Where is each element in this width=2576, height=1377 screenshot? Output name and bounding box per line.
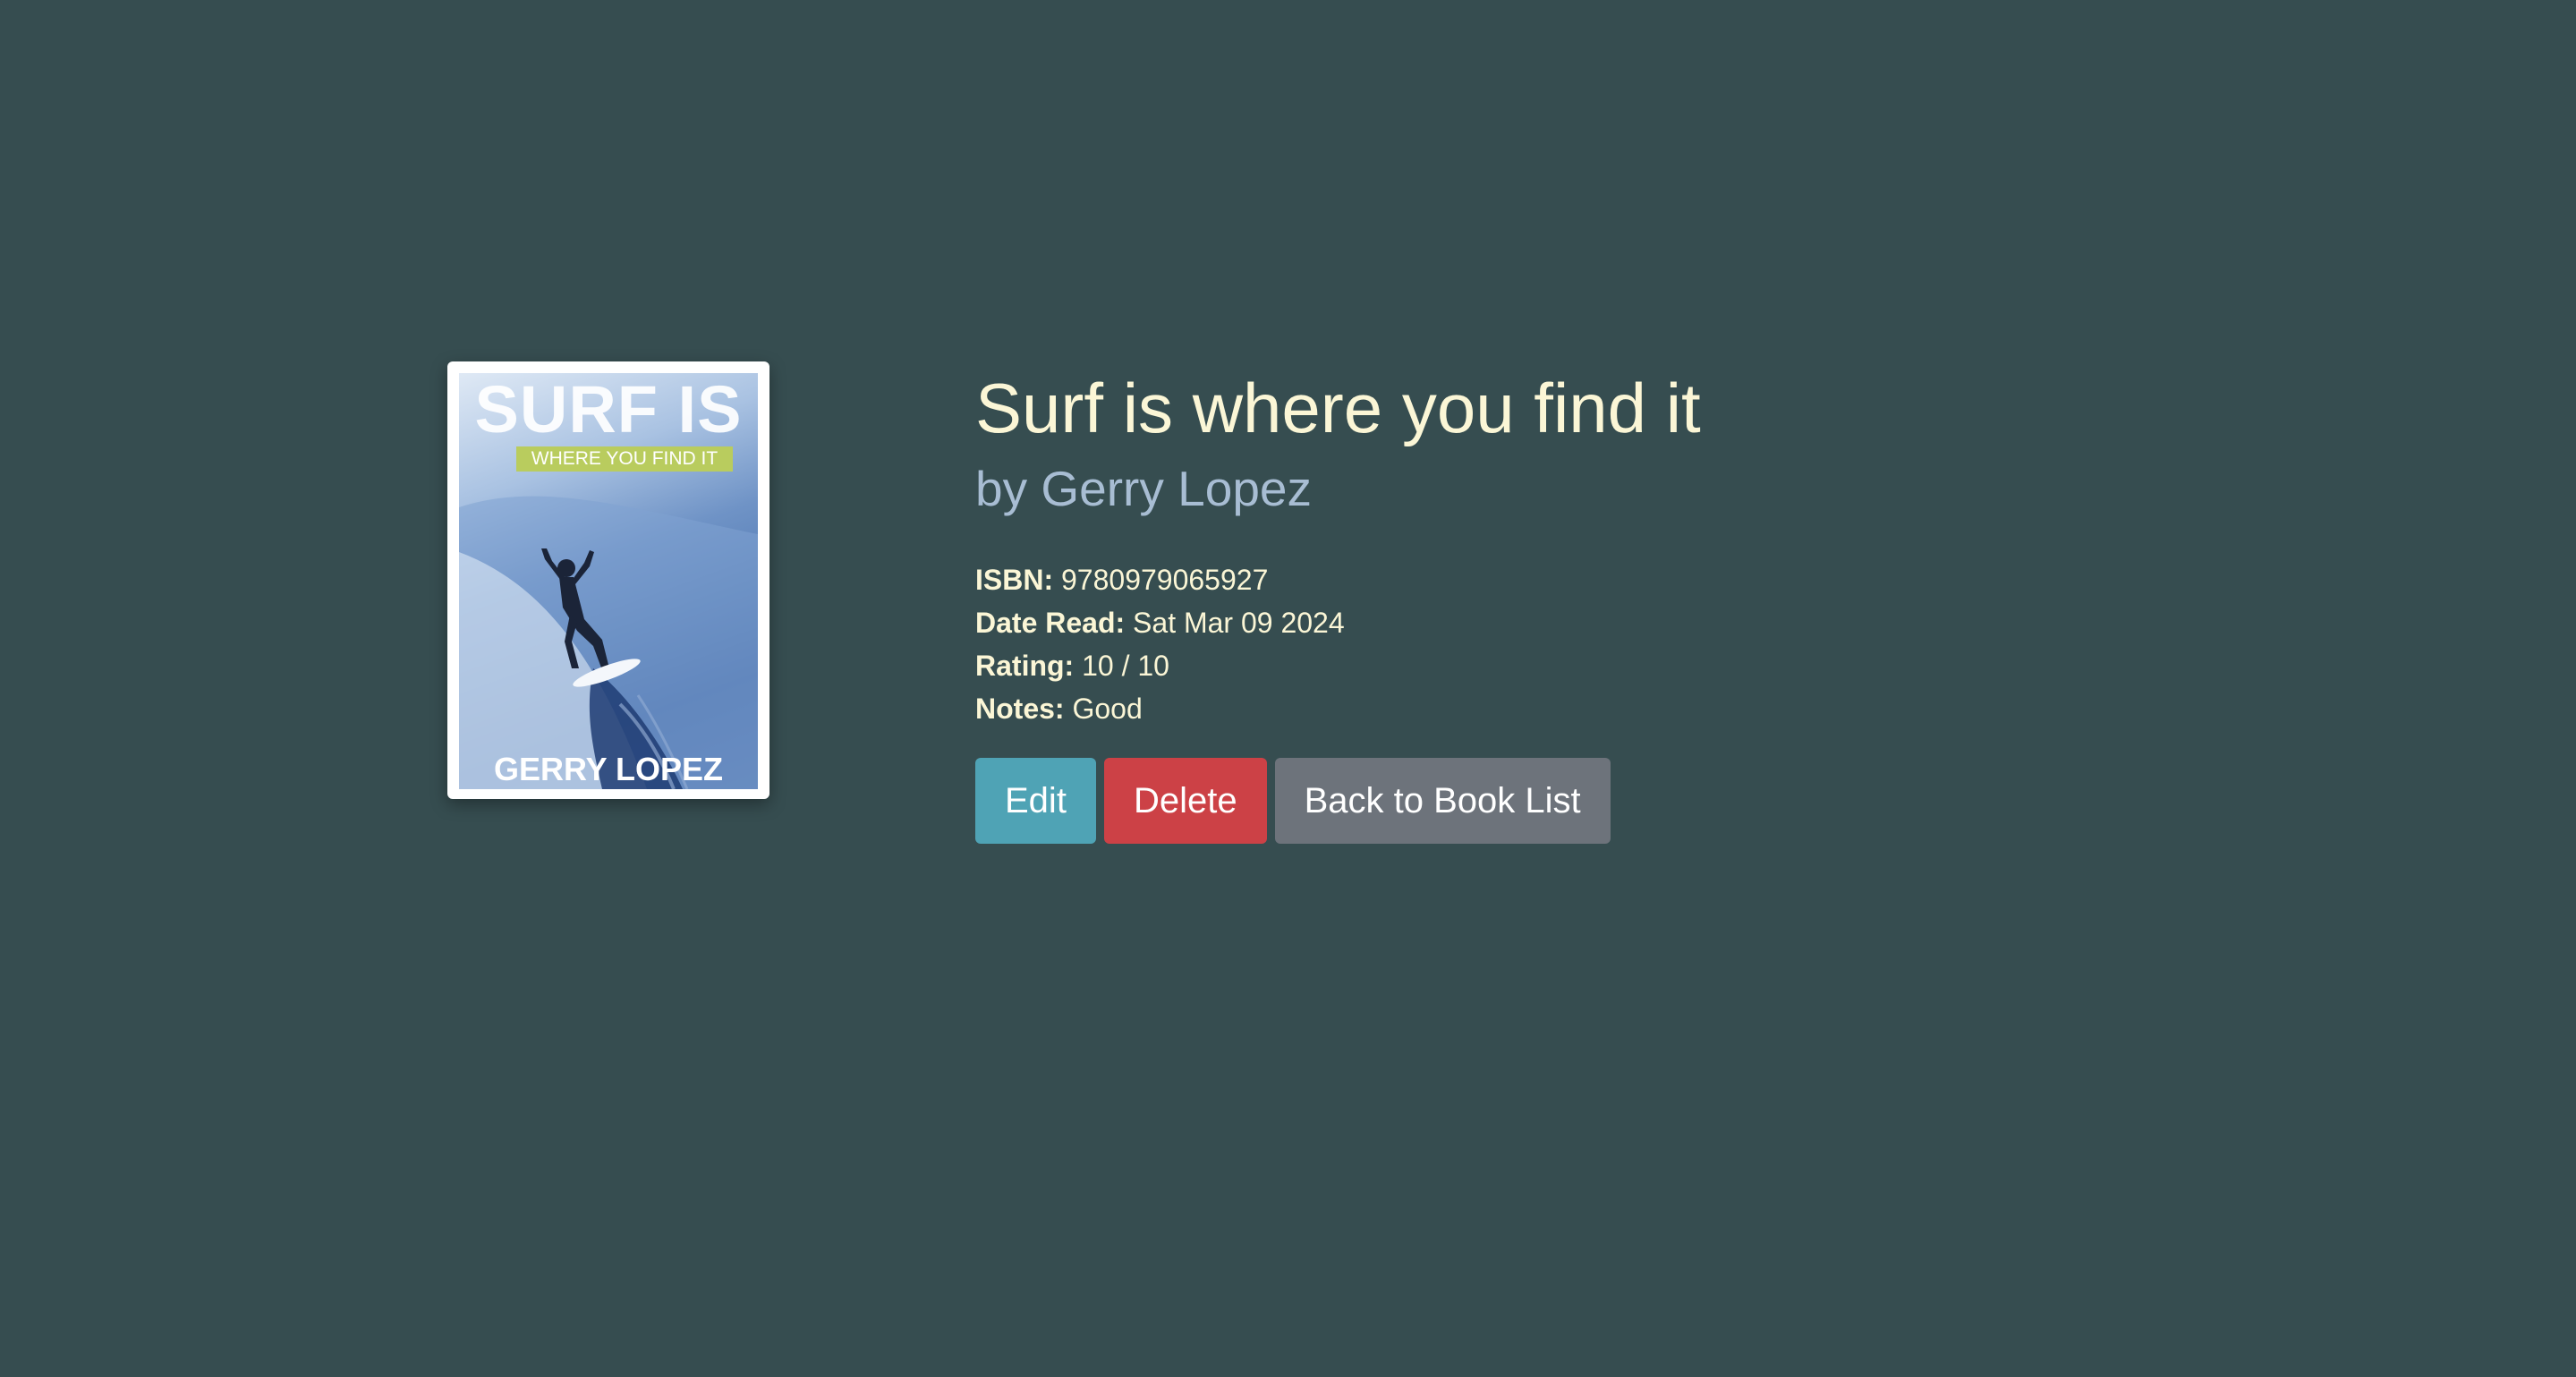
isbn-row: ISBN: 9780979065927 — [975, 558, 1701, 601]
rating-label: Rating: — [975, 650, 1075, 682]
book-cover-frame: SURF IS WHERE YOU FIND IT GERRY LOPEZ — [447, 361, 769, 799]
cover-subtitle-text: WHERE YOU FIND IT — [516, 446, 733, 472]
book-detail-view: SURF IS WHERE YOU FIND IT GERRY LOPEZ Su… — [447, 361, 1701, 844]
book-cover-image: SURF IS WHERE YOU FIND IT GERRY LOPEZ — [459, 373, 758, 789]
cover-author-text: GERRY LOPEZ — [493, 751, 724, 787]
back-to-book-list-button[interactable]: Back to Book List — [1274, 758, 1611, 844]
book-details: Surf is where you find it by Gerry Lopez… — [975, 361, 1701, 844]
delete-button[interactable]: Delete — [1103, 758, 1267, 844]
rating-row: Rating: 10 / 10 — [975, 644, 1701, 687]
book-author: by Gerry Lopez — [975, 461, 1313, 516]
date-read-row: Date Read: Sat Mar 09 2024 — [975, 601, 1701, 644]
book-title: Surf is where you find it — [975, 369, 1701, 447]
rating-value: 10 / 10 — [1082, 650, 1169, 682]
isbn-label: ISBN: — [975, 564, 1054, 596]
notes-row: Notes: Good — [975, 687, 1701, 730]
date-read-label: Date Read: — [975, 607, 1126, 639]
book-metadata: ISBN: 9780979065927 Date Read: Sat Mar 0… — [975, 558, 1701, 730]
date-read-value: Sat Mar 09 2024 — [1133, 607, 1345, 639]
book-actions: Edit Delete Back to Book List — [975, 758, 1701, 844]
isbn-value: 9780979065927 — [1061, 564, 1269, 596]
edit-button[interactable]: Edit — [975, 758, 1096, 844]
notes-label: Notes: — [975, 693, 1065, 725]
notes-value: Good — [1072, 693, 1143, 725]
cover-title-text: SURF IS — [474, 373, 743, 446]
